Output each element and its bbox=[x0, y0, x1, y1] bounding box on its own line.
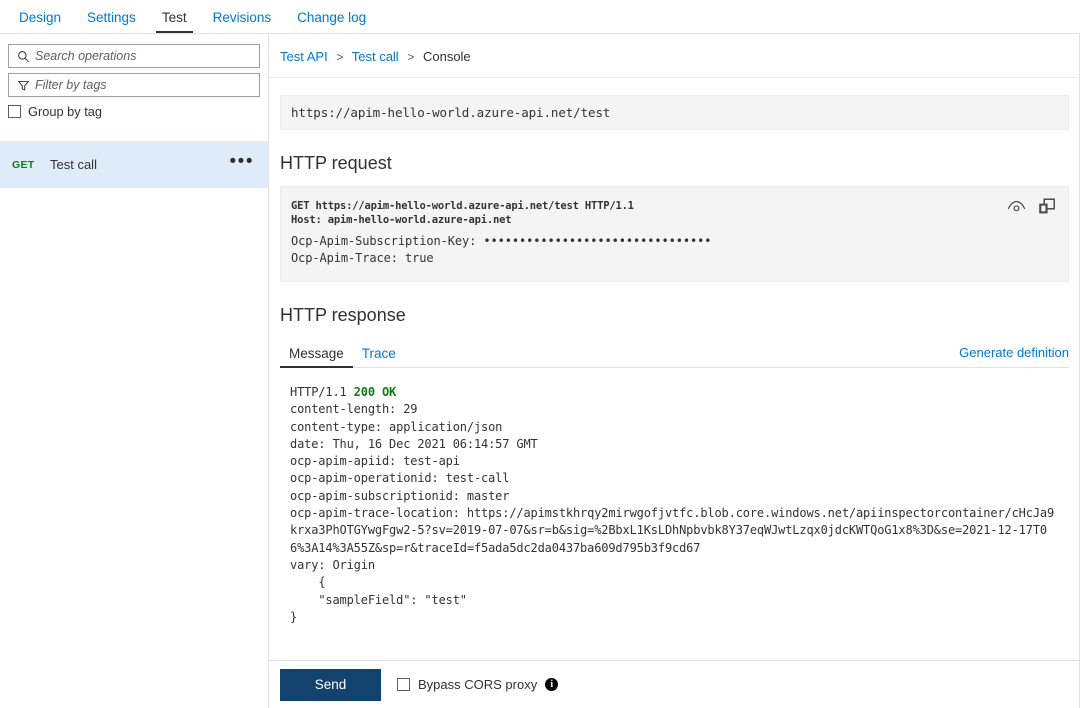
group-by-tag-row[interactable]: Group by tag bbox=[8, 104, 268, 119]
operations-list: GET Test call ••• bbox=[0, 141, 268, 188]
response-status-prefix: HTTP/1.1 bbox=[290, 385, 354, 399]
http-request-heading: HTTP request bbox=[280, 153, 392, 173]
api-tabbar: Design Settings Test Revisions Change lo… bbox=[0, 0, 1080, 34]
breadcrumb-item-api[interactable]: Test API bbox=[280, 49, 328, 64]
tab-trace[interactable]: Trace bbox=[353, 346, 405, 368]
request-url-bar: https://apim-hello-world.azure-api.net/t… bbox=[280, 95, 1069, 130]
request-trace-header: Ocp-Apim-Trace: true bbox=[291, 251, 434, 265]
response-message-body: HTTP/1.1 200 OK content-length: 29 conte… bbox=[280, 368, 1069, 636]
subscription-key-name: Ocp-Apim-Subscription-Key: bbox=[291, 234, 477, 248]
operation-name-label: Test call bbox=[50, 157, 97, 172]
operation-more-icon[interactable]: ••• bbox=[230, 152, 254, 172]
request-box-actions bbox=[1007, 198, 1056, 220]
operation-row-test-call[interactable]: GET Test call ••• bbox=[0, 141, 268, 188]
request-host-header: Host: apim-hello-world.azure-api.net bbox=[291, 214, 512, 226]
http-response-heading: HTTP response bbox=[280, 305, 406, 325]
console-content: https://apim-hello-world.azure-api.net/t… bbox=[269, 95, 1080, 636]
breadcrumb-item-console: Console bbox=[422, 49, 471, 64]
breadcrumb-separator: > bbox=[336, 50, 344, 64]
search-icon bbox=[15, 49, 31, 63]
page-body: Group by tag GET Test call ••• Test API … bbox=[0, 34, 1080, 708]
tab-message[interactable]: Message bbox=[280, 346, 353, 368]
bypass-cors-label: Bypass CORS proxy bbox=[418, 677, 538, 692]
send-button[interactable]: Send bbox=[280, 668, 381, 701]
breadcrumb-item-operation[interactable]: Test call bbox=[352, 49, 399, 64]
bypass-cors-checkbox[interactable] bbox=[397, 678, 410, 691]
breadcrumb-separator: > bbox=[407, 50, 415, 64]
operations-sidebar: Group by tag GET Test call ••• bbox=[0, 34, 269, 708]
tab-revisions[interactable]: Revisions bbox=[200, 10, 285, 34]
search-operations-field[interactable] bbox=[8, 44, 260, 68]
request-url-text: https://apim-hello-world.azure-api.net/t… bbox=[291, 105, 611, 120]
group-by-tag-label: Group by tag bbox=[28, 104, 102, 119]
generate-definition-link[interactable]: Generate definition bbox=[959, 345, 1069, 367]
copy-icon[interactable] bbox=[1038, 198, 1056, 220]
info-icon[interactable]: i bbox=[545, 678, 559, 691]
subscription-key-masked-value: •••••••••••••••••••••••••••••••• bbox=[483, 234, 712, 248]
request-start-line: GET https://apim-hello-world.azure-api.n… bbox=[291, 200, 634, 212]
console-footer: Send Bypass CORS proxy i bbox=[269, 660, 1080, 708]
bypass-cors-row[interactable]: Bypass CORS proxy i bbox=[397, 677, 559, 692]
search-input[interactable] bbox=[31, 48, 253, 64]
eye-icon[interactable] bbox=[1007, 199, 1026, 219]
breadcrumb: Test API > Test call > Console bbox=[269, 34, 1080, 64]
breadcrumb-divider bbox=[269, 77, 1080, 78]
tab-change-log[interactable]: Change log bbox=[284, 10, 379, 34]
operation-method-badge: GET bbox=[12, 158, 35, 171]
filter-by-tags-field[interactable] bbox=[8, 73, 260, 97]
test-console-page: Design Settings Test Revisions Change lo… bbox=[0, 0, 1080, 708]
tab-settings[interactable]: Settings bbox=[74, 10, 149, 34]
response-status-code: 200 OK bbox=[353, 385, 397, 399]
filter-tags-input[interactable] bbox=[31, 77, 253, 93]
request-subscription-key-header: Ocp-Apim-Subscription-Key: •••••••••••••… bbox=[291, 233, 1054, 250]
tab-test[interactable]: Test bbox=[149, 10, 200, 34]
tab-design[interactable]: Design bbox=[6, 10, 74, 34]
http-request-box: GET https://apim-hello-world.azure-api.n… bbox=[280, 186, 1069, 282]
filter-icon bbox=[15, 78, 31, 92]
console-main: Test API > Test call > Console https://a… bbox=[269, 34, 1080, 708]
group-by-tag-checkbox[interactable] bbox=[8, 105, 21, 118]
response-tabs: Message Trace Generate definition bbox=[280, 338, 1069, 368]
response-headers-and-body: content-length: 29 content-type: applica… bbox=[290, 402, 1055, 624]
